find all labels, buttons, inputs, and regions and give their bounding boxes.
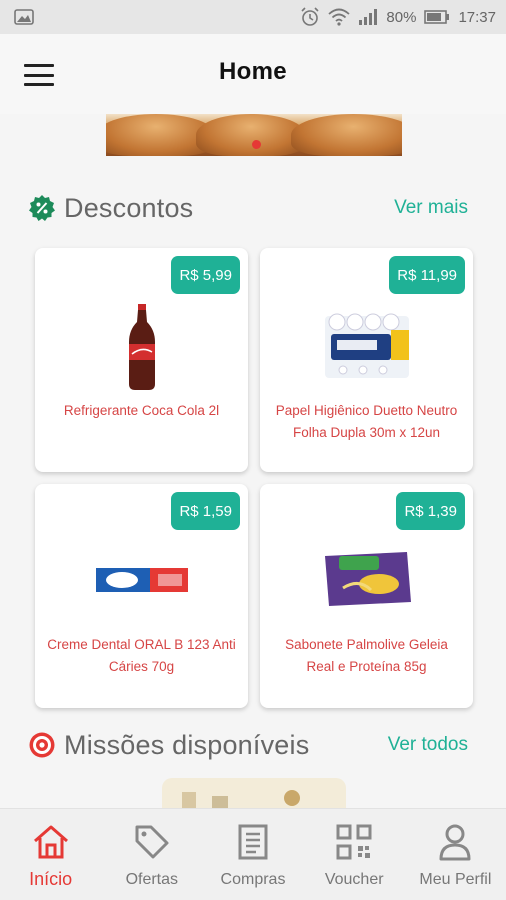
ver-mais-link[interactable]: Ver mais [394,197,468,219]
nav-label: Ofertas [125,871,179,888]
product-name: Sabonete Palmolive Geleia Real e Proteín… [285,637,448,674]
product-image [95,564,188,596]
section-title: Missões disponíveis [64,729,310,760]
product-card[interactable]: R$ 11,99 Papel Higiênico Duetto Neutro F… [260,248,473,472]
product-name: Refrigerante Coca Cola 2l [63,403,220,418]
app-bar: Home [0,34,506,114]
user-icon [436,823,474,861]
nav-voucher[interactable]: Voucher [304,809,405,900]
nav-inicio[interactable]: Início [0,809,101,900]
product-card[interactable]: R$ 5,99 Refrigerante Coca Cola 2l [35,248,248,472]
battery-percent: 80% [386,8,417,26]
nav-label: Compras [220,871,286,888]
nav-meu-perfil[interactable]: Meu Perfil [405,809,506,900]
nav-ofertas[interactable]: Ofertas [101,809,202,900]
nav-label: Meu Perfil [419,871,492,888]
section-descontos: Descontos Ver mais [28,188,468,228]
product-image [122,304,162,392]
status-bar: 80% 17:37 [0,0,506,34]
ver-todos-link[interactable]: Ver todos [388,734,468,756]
product-name: Papel Higiênico Duetto Neutro Folha Dupl… [275,403,458,440]
product-card[interactable]: R$ 1,59 Creme Dental ORAL B 123 Anti Cár… [35,484,248,708]
page-title: Home [219,58,287,85]
product-name: Creme Dental ORAL B 123 Anti Cáries 70g [47,637,236,674]
section-missoes: Missões disponíveis Ver todos [28,725,468,765]
home-icon [32,823,70,861]
nav-label: Voucher [324,871,384,888]
nav-label: Início [29,869,73,889]
section-title: Descontos [64,192,194,223]
nav-compras[interactable]: Compras [202,809,303,900]
wifi-icon [328,8,351,26]
alarm-icon [300,7,320,27]
product-card[interactable]: R$ 1,39 Sabonete Palmolive Geleia Real e… [260,484,473,708]
carousel-dot[interactable] [252,140,261,149]
battery-icon [424,10,450,24]
price-badge: R$ 1,59 [171,492,240,530]
product-image [323,312,411,380]
receipt-icon [234,823,272,861]
price-badge: R$ 1,39 [396,492,465,530]
image-icon [14,9,34,25]
clock: 17:37 [458,8,496,26]
target-icon [28,731,56,759]
bottom-nav: Início Ofertas Compras Voucher Meu Perfi… [0,808,506,900]
price-badge: R$ 11,99 [389,256,465,294]
price-badge: R$ 5,99 [171,256,240,294]
tag-icon [133,823,171,861]
signal-icon [358,9,378,25]
qrcode-icon [335,823,373,861]
percent-badge-icon [28,194,56,222]
product-image [319,546,415,612]
promo-banner[interactable] [106,114,402,156]
